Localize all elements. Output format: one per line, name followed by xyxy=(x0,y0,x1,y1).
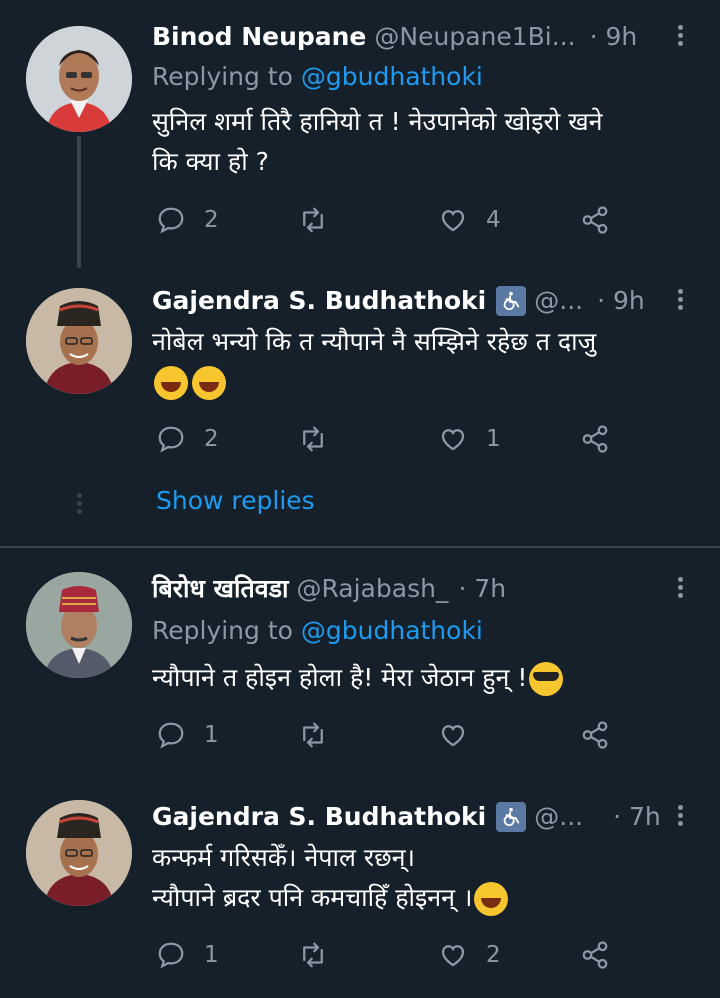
more-options-icon[interactable] xyxy=(676,286,684,313)
reply-icon xyxy=(158,942,184,969)
share-button[interactable] xyxy=(580,424,610,454)
reply-count: 1 xyxy=(204,722,219,748)
rofl-emoji-icon xyxy=(154,366,188,400)
replying-to: Replying to @gbudhathoki xyxy=(152,614,483,648)
reply-button[interactable]: 2 xyxy=(156,424,219,454)
like-button[interactable]: 2 xyxy=(438,940,501,970)
tweet-text: कन्फर्म गरिसकेँ। नेपाल रछन्। न्यौपाने ब्… xyxy=(152,838,692,918)
thread-line xyxy=(77,136,81,268)
retweet-button[interactable] xyxy=(298,720,328,750)
avatar-gajendra[interactable] xyxy=(26,800,132,906)
tweet-text: नोबेल भन्यो कि त न्यौपाने नै सम्झिने रहे… xyxy=(152,322,692,402)
wheelchair-icon xyxy=(496,802,527,832)
avatar-binod[interactable] xyxy=(26,26,132,132)
divider xyxy=(0,546,720,548)
heart-icon xyxy=(441,945,465,967)
user-handle[interactable]: @... xyxy=(534,800,583,834)
tweet-header: Gajendra S. Budhathoki @... · 9h xyxy=(152,284,645,318)
retweet-icon xyxy=(303,722,323,748)
reply-count: 1 xyxy=(204,942,219,968)
share-icon xyxy=(582,941,608,969)
reply-button[interactable]: 1 xyxy=(156,940,219,970)
timestamp[interactable]: · 7h xyxy=(613,800,661,834)
tweet-header: बिरोध खतिवडा @Rajabash_ · 7h xyxy=(152,572,506,606)
like-button[interactable] xyxy=(438,720,468,750)
like-count: 2 xyxy=(486,942,501,968)
retweet-button[interactable] xyxy=(298,205,328,235)
tweet-text-line: कि क्या हो ? xyxy=(152,147,269,176)
sunglasses-emoji-icon xyxy=(529,662,564,696)
share-icon xyxy=(582,206,608,234)
retweet-button[interactable] xyxy=(298,940,328,970)
share-button[interactable] xyxy=(580,720,610,750)
reply-count: 2 xyxy=(204,207,219,233)
reply-icon xyxy=(158,722,184,749)
heart-icon xyxy=(441,429,465,451)
reply-button[interactable]: 2 xyxy=(156,205,219,235)
avatar-birodh[interactable] xyxy=(26,572,132,678)
share-icon xyxy=(582,425,608,453)
tweet-text-line: नोबेल भन्यो कि त न्यौपाने नै सम्झिने रहे… xyxy=(152,327,597,356)
display-name[interactable]: Gajendra S. Budhathoki xyxy=(152,284,486,318)
user-handle[interactable]: @... xyxy=(534,284,583,318)
replying-to: Replying to @gbudhathoki xyxy=(152,60,483,94)
like-button[interactable]: 1 xyxy=(438,424,501,454)
wheelchair-icon xyxy=(496,286,527,316)
more-options-icon[interactable] xyxy=(676,574,684,601)
timestamp[interactable]: · 9h xyxy=(597,284,645,318)
reply-icon xyxy=(158,207,184,234)
tweet-text: न्यौपाने त होइन होला है! मेरा जेठान हुन्… xyxy=(152,658,692,698)
replying-to-handle[interactable]: @gbudhathoki xyxy=(301,616,483,645)
reply-count: 2 xyxy=(204,426,219,452)
display-name[interactable]: Binod Neupane xyxy=(152,20,366,54)
reply-button[interactable]: 1 xyxy=(156,720,219,750)
tweet-text-line: न्यौपाने त होइन होला है! मेरा जेठान हुन्… xyxy=(152,663,528,692)
share-icon xyxy=(582,721,608,749)
timestamp[interactable]: · 9h xyxy=(590,20,638,54)
retweet-icon xyxy=(303,207,323,233)
like-count: 4 xyxy=(486,207,501,233)
user-handle[interactable]: @Neupane1Bi... xyxy=(374,20,575,54)
tweet-text-line: न्यौपाने ब्रदर पनि कमचाहिँ होइनन् । xyxy=(152,883,473,912)
heart-icon xyxy=(441,725,465,747)
user-handle[interactable]: @Rajabash_ xyxy=(296,572,448,606)
more-options-icon[interactable] xyxy=(676,22,684,49)
more-options-icon[interactable] xyxy=(676,802,684,829)
thread-dots xyxy=(76,490,82,517)
tweet-header: Binod Neupane @Neupane1Bi... · 9h xyxy=(152,20,637,54)
display-name[interactable]: Gajendra S. Budhathoki xyxy=(152,800,486,834)
rofl-emoji-icon xyxy=(474,882,509,916)
share-button[interactable] xyxy=(580,940,610,970)
replying-to-prefix: Replying to xyxy=(152,62,301,91)
joy-emoji-icon xyxy=(192,366,226,400)
tweet-text: सुनिल शर्मा तिरै हानियो त ! नेउपानेको खो… xyxy=(152,102,692,182)
tweet-text-line: सुनिल शर्मा तिरै हानियो त ! नेउपानेको खो… xyxy=(152,107,603,136)
reply-icon xyxy=(158,426,184,453)
avatar-gajendra[interactable] xyxy=(26,288,132,394)
like-button[interactable]: 4 xyxy=(438,205,501,235)
replying-to-prefix: Replying to xyxy=(152,616,301,645)
retweet-icon xyxy=(303,942,323,968)
retweet-icon xyxy=(303,426,323,452)
tweet-text-line: कन्फर्म गरिसकेँ। नेपाल रछन्। xyxy=(152,843,415,872)
share-button[interactable] xyxy=(580,205,610,235)
retweet-button[interactable] xyxy=(298,424,328,454)
like-count: 1 xyxy=(486,426,501,452)
tweet-header: Gajendra S. Budhathoki @... · 7h xyxy=(152,800,661,834)
timestamp[interactable]: · 7h xyxy=(458,572,506,606)
show-replies-link[interactable]: Show replies xyxy=(156,484,315,518)
heart-icon xyxy=(441,210,465,232)
replying-to-handle[interactable]: @gbudhathoki xyxy=(301,62,483,91)
display-name[interactable]: बिरोध खतिवडा xyxy=(152,572,288,606)
